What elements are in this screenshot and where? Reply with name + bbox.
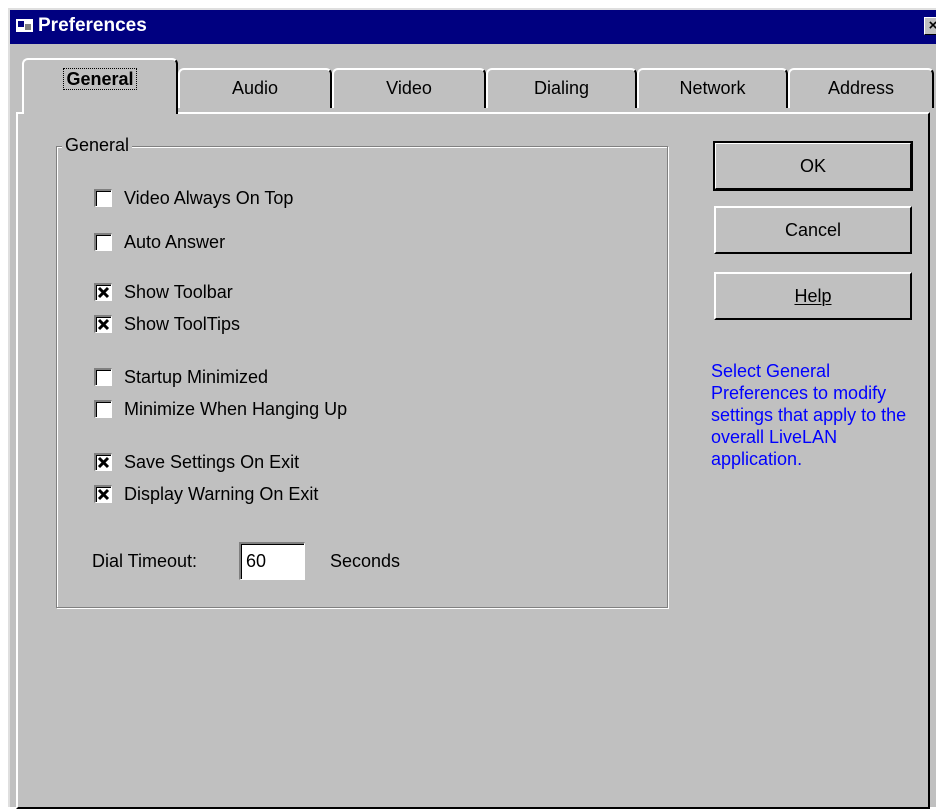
- tab-dialing-label: Dialing: [533, 78, 590, 98]
- checkbox-box[interactable]: [94, 400, 112, 418]
- checkbox-box[interactable]: [94, 315, 112, 333]
- tab-strip: General Audio Video Dialing Network Addr…: [10, 44, 936, 114]
- tab-dialing[interactable]: Dialing: [486, 68, 637, 108]
- checkbox-label: Save Settings On Exit: [124, 452, 300, 472]
- checkbox-box[interactable]: [94, 233, 112, 251]
- checkbox-label: Minimize When Hanging Up: [124, 399, 348, 419]
- checkmark-icon: [97, 488, 110, 501]
- help-description: Select General Preferences to modify set…: [711, 361, 907, 469]
- checkmark-icon: [97, 318, 110, 331]
- tab-video-label: Video: [386, 78, 432, 98]
- window-title: Preferences: [38, 15, 147, 36]
- tab-general-label: General: [63, 68, 137, 90]
- checkbox-box[interactable]: [94, 368, 112, 386]
- checkbox-label: Display Warning On Exit: [124, 484, 319, 504]
- tab-address[interactable]: Address: [788, 68, 934, 108]
- tab-network[interactable]: Network: [637, 68, 788, 108]
- checkbox-label: Auto Answer: [124, 232, 226, 252]
- checkbox-box[interactable]: [94, 453, 112, 471]
- checkbox-label: Show ToolTips: [124, 314, 241, 334]
- checkbox-label: Video Always On Top: [124, 188, 294, 208]
- tab-audio-label: Audio: [231, 78, 279, 98]
- checkbox-box[interactable]: [94, 283, 112, 301]
- title-bar[interactable]: Preferences ×: [10, 10, 936, 44]
- checkbox-label: Startup Minimized: [124, 367, 269, 387]
- cancel-button[interactable]: Cancel: [714, 206, 912, 254]
- checkbox-box[interactable]: [94, 485, 112, 503]
- dial-timeout-input[interactable]: 60: [239, 542, 305, 580]
- tab-network-label: Network: [679, 78, 746, 98]
- ok-button[interactable]: OK: [713, 141, 913, 191]
- app-window-icon: [16, 19, 33, 32]
- checkmark-icon: [97, 286, 110, 299]
- checkmark-icon: [97, 456, 110, 469]
- tab-audio[interactable]: Audio: [178, 68, 332, 108]
- dial-timeout-label: Dial Timeout:: [92, 551, 198, 571]
- help-button-label: Help: [794, 286, 832, 306]
- tab-general[interactable]: General: [22, 58, 178, 114]
- close-icon[interactable]: ×: [924, 17, 936, 35]
- help-button[interactable]: Help: [714, 272, 912, 320]
- checkbox-label: Show Toolbar: [124, 282, 233, 302]
- tab-address-label: Address: [827, 78, 895, 98]
- dial-timeout-unit-label: Seconds: [330, 551, 401, 571]
- general-group-label: General: [62, 135, 133, 156]
- checkbox-box[interactable]: [94, 189, 112, 207]
- tab-video[interactable]: Video: [332, 68, 486, 108]
